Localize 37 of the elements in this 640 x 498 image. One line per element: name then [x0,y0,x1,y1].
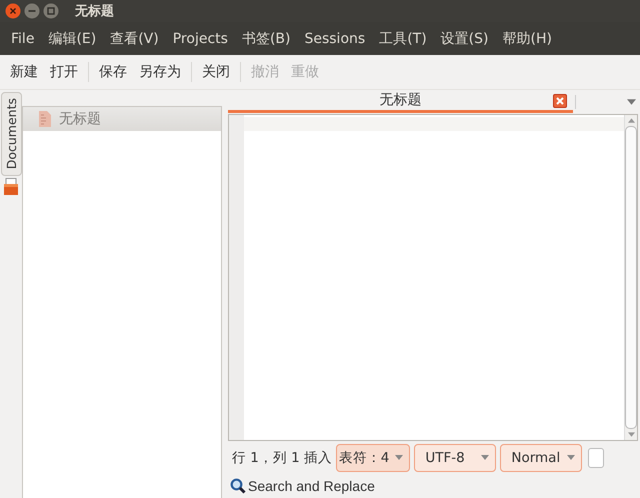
menu-item[interactable]: 编辑(E) [41,30,104,48]
highlight-dropdown[interactable]: Normal [500,444,582,472]
scroll-down-icon[interactable] [628,432,634,437]
scrollbar[interactable] [624,114,637,440]
toolbar-button[interactable]: 另存为 [133,61,187,83]
cursor-position: 行 1，列 1 [232,448,300,467]
search-replace-button[interactable]: Search and Replace [228,478,377,494]
close-icon[interactable] [553,94,567,108]
tab-width-dropdown[interactable]: 表符：4 [336,444,410,472]
scroll-up-icon[interactable] [628,118,634,123]
encoding-dropdown[interactable]: UTF-8 [414,444,496,472]
menu-item[interactable]: 工具(T) [372,30,434,48]
caret-icon [481,455,490,460]
menu-item[interactable]: 查看(V) [103,30,166,48]
side-tab[interactable]: Documents [0,92,22,176]
menu-item[interactable]: 设置(S) [434,30,496,48]
menu-item[interactable]: 帮助(H) [495,30,559,48]
toolbar-button[interactable]: 打开 [44,61,84,83]
folder-icon [3,178,19,196]
caret-icon [395,455,404,460]
menu-item[interactable]: File [4,30,42,46]
search-icon [230,478,246,494]
window-title: 无标题 [75,3,114,20]
toolbar-button[interactable]: 新建 [4,61,44,83]
close-icon[interactable] [5,3,21,19]
document-icon [39,111,51,127]
minimize-icon[interactable] [24,3,40,19]
menu-item[interactable]: 书签(B) [234,30,298,48]
toolbar-button[interactable]: 保存 [93,61,133,83]
document-button[interactable] [588,448,604,468]
toolbar-button[interactable]: 关闭 [196,61,236,83]
insert-mode: 插入 [304,448,332,467]
dropdown-arrow-icon[interactable] [627,98,636,105]
caret-icon [567,455,576,460]
maximize-icon[interactable] [43,3,59,19]
menu-item[interactable]: Projects [166,30,235,46]
menu-item[interactable]: Sessions [297,30,372,46]
